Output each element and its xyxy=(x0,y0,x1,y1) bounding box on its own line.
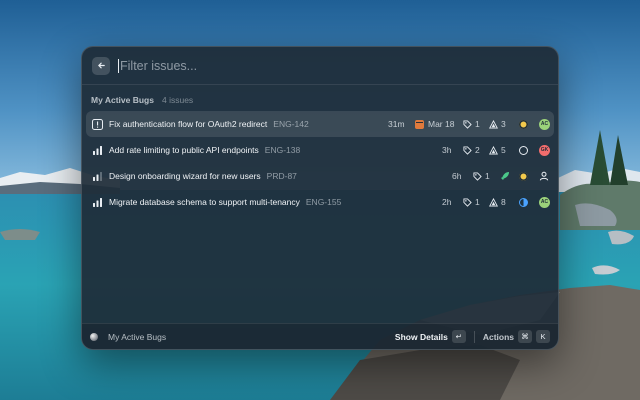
estimate-value: 8 xyxy=(501,197,506,207)
label-count-value: 1 xyxy=(485,171,490,181)
due-date-label: Mar 18 xyxy=(428,119,455,129)
calendar-icon xyxy=(415,119,424,129)
urgent-priority-icon xyxy=(91,118,103,130)
issue-age: 6h xyxy=(452,171,462,181)
issue-title: Design onboarding wizard for new users xyxy=(109,171,261,181)
issue-age: 2h xyxy=(442,197,452,207)
medium-priority-icon xyxy=(91,170,103,182)
label-count-value: 1 xyxy=(475,197,480,207)
tag-icon xyxy=(463,145,472,155)
list-item[interactable]: Add rate limiting to public API endpoint… xyxy=(86,137,554,163)
extension-logo-icon xyxy=(90,332,98,341)
label-count: 1 xyxy=(463,189,480,215)
status-in-review-icon[interactable] xyxy=(519,189,528,215)
search-bar xyxy=(82,47,558,85)
list-item[interactable]: Fix authentication flow for OAuth2 redir… xyxy=(86,111,554,137)
estimate-icon xyxy=(489,119,498,129)
tag-icon xyxy=(473,171,482,181)
assignee-avatar[interactable]: AC xyxy=(539,111,550,137)
estimate: 8 xyxy=(489,189,506,215)
arrow-left-icon xyxy=(97,62,105,69)
footer-divider xyxy=(473,330,475,343)
issues-command-window: My Active Bugs 4 issues Fix authenticati… xyxy=(81,46,559,350)
issue-age: 31m xyxy=(388,119,405,129)
unassigned-user-icon[interactable] xyxy=(539,163,552,189)
return-key-hint: ↵ xyxy=(451,330,466,343)
assignee-avatar[interactable]: GK xyxy=(539,137,550,163)
back-button[interactable] xyxy=(92,56,110,75)
status-in-progress-icon[interactable] xyxy=(519,111,528,137)
tag-icon xyxy=(463,197,472,207)
estimate: 5 xyxy=(489,137,506,163)
estimate-value: 3 xyxy=(501,119,506,129)
issue-identifier: PRD-87 xyxy=(266,171,297,181)
estimate-icon xyxy=(489,145,498,155)
issue-list: Fix authentication flow for OAuth2 redir… xyxy=(82,111,558,215)
assignee-avatar[interactable]: AC xyxy=(539,189,550,215)
issue-title: Add rate limiting to public API endpoint… xyxy=(109,145,259,155)
action-footer: My Active Bugs Show Details ↵ Actions ⌘ … xyxy=(82,323,558,349)
issue-age: 3h xyxy=(442,145,452,155)
rocket-icon xyxy=(500,163,513,189)
section-count: 4 issues xyxy=(161,95,194,105)
show-details-button[interactable]: Show Details xyxy=(395,332,448,342)
label-count-value: 1 xyxy=(475,119,480,129)
label-count: 2 xyxy=(463,137,480,163)
issue-identifier: ENG-138 xyxy=(264,145,301,155)
section-header: My Active Bugs 4 issues xyxy=(82,89,558,111)
label-count: 1 xyxy=(473,163,490,189)
k-key-hint: K xyxy=(536,330,550,343)
high-priority-icon xyxy=(91,196,103,208)
footer-title: My Active Bugs xyxy=(108,331,167,342)
estimate: 3 xyxy=(489,111,506,137)
issue-title: Fix authentication flow for OAuth2 redir… xyxy=(109,119,268,129)
status-todo-icon[interactable] xyxy=(519,137,528,163)
text-caret xyxy=(118,58,119,73)
list-item[interactable]: Migrate database schema to support multi… xyxy=(86,189,554,215)
issue-identifier: ENG-155 xyxy=(305,197,342,207)
command-key-hint: ⌘ xyxy=(518,330,532,343)
estimate-value: 5 xyxy=(501,145,506,155)
section-title: My Active Bugs xyxy=(91,95,154,105)
actions-button[interactable]: Actions xyxy=(483,332,514,342)
issue-title: Migrate database schema to support multi… xyxy=(109,197,300,207)
due-date: Mar 18 xyxy=(415,111,454,137)
label-count: 1 xyxy=(463,111,480,137)
issue-identifier: ENG-142 xyxy=(273,119,309,129)
list-item[interactable]: Design onboarding wizard for new users P… xyxy=(86,163,554,189)
status-in-progress-icon[interactable] xyxy=(519,163,528,189)
high-priority-icon xyxy=(91,144,103,156)
estimate-icon xyxy=(489,197,498,207)
filter-input[interactable] xyxy=(120,58,420,73)
label-count-value: 2 xyxy=(475,145,480,155)
tag-icon xyxy=(463,119,472,129)
